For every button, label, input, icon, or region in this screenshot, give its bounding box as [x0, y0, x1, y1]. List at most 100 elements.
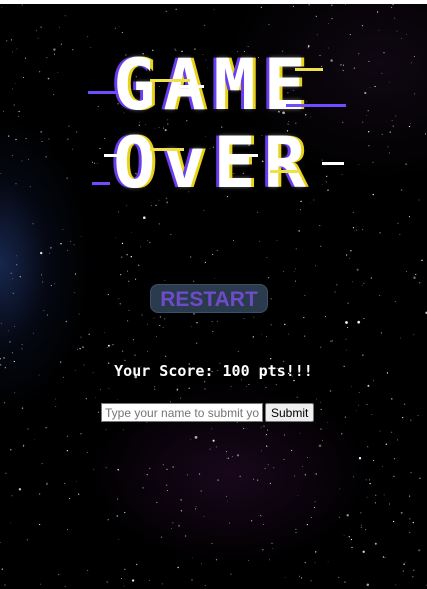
star	[375, 494, 377, 496]
star	[200, 563, 203, 565]
star	[358, 457, 362, 460]
star	[21, 348, 23, 350]
star	[354, 230, 356, 232]
star	[107, 344, 110, 347]
star	[87, 36, 89, 37]
star	[352, 227, 355, 229]
star	[135, 278, 137, 280]
star	[185, 535, 187, 537]
star	[275, 384, 277, 386]
star	[188, 387, 190, 389]
submit-button[interactable]: Submit	[265, 403, 315, 422]
star	[180, 510, 182, 512]
star	[346, 514, 349, 517]
star	[35, 30, 37, 32]
star	[394, 458, 396, 460]
star	[65, 320, 67, 323]
star	[167, 490, 169, 492]
game-over-title-line-1: GAME	[113, 44, 314, 126]
star	[171, 527, 172, 529]
star	[344, 581, 346, 583]
star	[199, 473, 201, 475]
star	[346, 327, 349, 329]
star	[295, 280, 296, 282]
star	[37, 37, 39, 39]
star	[82, 346, 84, 348]
star	[21, 344, 23, 345]
star	[245, 386, 247, 388]
star	[413, 334, 415, 336]
name-input[interactable]	[101, 403, 263, 422]
star	[175, 8, 177, 10]
star	[214, 278, 215, 280]
star	[260, 426, 262, 428]
star	[12, 278, 14, 280]
star	[256, 479, 259, 481]
star	[304, 474, 307, 476]
star	[180, 397, 181, 399]
star	[3, 356, 6, 359]
star	[121, 256, 123, 258]
star	[98, 411, 99, 413]
star	[190, 256, 192, 258]
star	[396, 439, 398, 441]
star	[327, 422, 328, 424]
star	[46, 314, 48, 316]
star	[394, 17, 396, 19]
star	[365, 529, 367, 531]
star	[365, 479, 367, 481]
star	[50, 284, 52, 286]
star	[40, 26, 42, 28]
star	[55, 406, 57, 407]
star	[362, 121, 364, 123]
star	[178, 525, 180, 527]
star	[1, 7, 3, 8]
star	[38, 493, 41, 495]
star	[66, 450, 69, 452]
star	[283, 434, 285, 436]
star	[253, 478, 254, 480]
star	[361, 354, 364, 356]
star	[141, 314, 143, 316]
star	[394, 301, 396, 303]
star	[345, 4, 346, 5]
star	[367, 446, 369, 448]
star	[410, 472, 412, 474]
star	[195, 506, 197, 508]
star	[190, 326, 192, 328]
star	[204, 381, 206, 383]
star	[225, 451, 227, 453]
star	[226, 495, 228, 497]
star	[14, 392, 16, 394]
star	[212, 253, 214, 255]
star	[320, 245, 322, 247]
star	[107, 519, 109, 521]
star	[117, 211, 120, 213]
star	[114, 27, 116, 29]
star	[397, 222, 399, 224]
star	[40, 274, 43, 276]
star	[9, 341, 11, 343]
star	[119, 273, 122, 276]
star	[267, 464, 269, 466]
star	[382, 466, 383, 467]
star	[46, 482, 48, 484]
star	[331, 18, 333, 20]
star	[154, 388, 156, 390]
star	[379, 430, 381, 432]
star	[165, 355, 167, 357]
star	[316, 34, 318, 36]
star	[260, 515, 262, 517]
star	[242, 427, 245, 430]
star	[356, 410, 358, 412]
star	[270, 358, 272, 360]
star	[346, 349, 348, 351]
star	[295, 248, 297, 250]
restart-button[interactable]: RESTART	[150, 284, 268, 313]
star	[351, 546, 353, 549]
star	[319, 401, 321, 403]
star	[211, 428, 213, 430]
star	[350, 250, 352, 252]
star	[160, 536, 163, 538]
star	[338, 576, 340, 578]
